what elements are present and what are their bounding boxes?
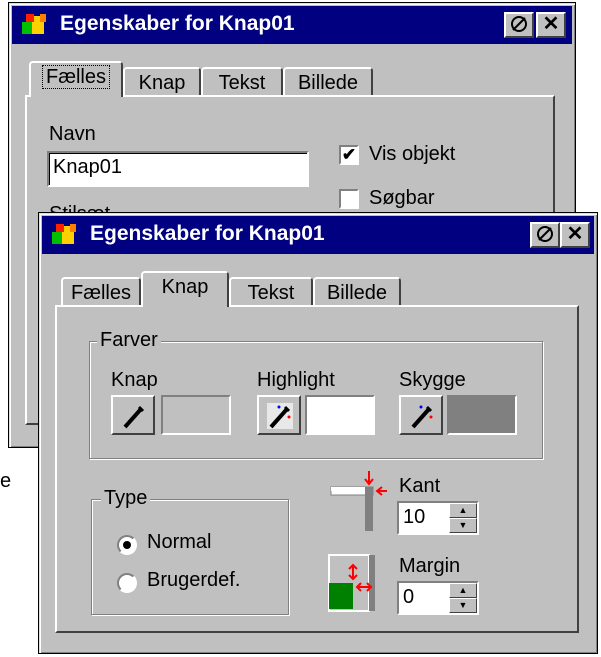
margin-label: Margin (399, 555, 461, 577)
farver-group-title: Farver (97, 329, 161, 352)
help-icon (537, 226, 553, 242)
skygge-color-swatch[interactable] (447, 395, 517, 435)
type-brugerdef-radio[interactable] (117, 573, 137, 593)
type-group-title: Type (101, 487, 151, 510)
back-tab-faelles[interactable]: Fælles (29, 61, 123, 97)
name-label: Navn (49, 123, 96, 145)
vis-objekt-checkbox[interactable]: ✔ (339, 145, 359, 165)
color-picker-icon (267, 403, 293, 429)
front-titlebar: Egenskaber for Knap01 ✕ (42, 216, 594, 254)
soegbar-label: Søgbar (369, 187, 435, 209)
highlight-color-label: Highlight (257, 369, 335, 391)
close-icon: ✕ (542, 13, 560, 35)
front-help-button[interactable] (530, 222, 560, 248)
app-icon (22, 14, 46, 34)
color-picker-icon (411, 405, 433, 429)
front-window-title: Egenskaber for Knap01 (90, 222, 325, 245)
type-normal-label: Normal (147, 531, 212, 553)
kant-label: Kant (399, 475, 441, 497)
back-close-button[interactable]: ✕ (536, 12, 566, 38)
highlight-color-swatch[interactable] (305, 395, 375, 435)
name-input[interactable]: Knap01 (47, 151, 309, 187)
close-icon: ✕ (566, 223, 584, 245)
front-tab-faelles[interactable]: Fælles (61, 277, 141, 307)
help-icon (511, 16, 527, 32)
front-properties-window: Egenskaber for Knap01 ✕ Fælles Knap Teks… (38, 212, 598, 654)
kant-down-button[interactable]: ▼ (449, 518, 477, 533)
skygge-color-label: Skygge (399, 369, 466, 391)
knap-color-swatch[interactable] (161, 395, 231, 435)
color-picker-icon (123, 405, 145, 429)
vis-objekt-label: Vis objekt (369, 143, 456, 165)
knap-color-label: Knap (111, 369, 158, 391)
back-tab-knap[interactable]: Knap (123, 67, 201, 97)
kant-spinner-arrows: ▲ ▼ (449, 503, 477, 533)
margin-value: 0 (403, 586, 415, 608)
back-tab-billede[interactable]: Billede (283, 67, 373, 97)
soegbar-checkbox[interactable] (339, 189, 359, 209)
front-tab-tekst[interactable]: Tekst (229, 277, 313, 307)
type-group (91, 499, 289, 615)
highlight-color-picker-button[interactable] (257, 395, 301, 435)
margin-up-button[interactable]: ▲ (449, 583, 477, 598)
knap-color-picker-button[interactable] (111, 395, 155, 435)
back-window-title: Egenskaber for Knap01 (60, 12, 295, 35)
front-tab-knap[interactable]: Knap (141, 271, 229, 307)
skygge-color-picker-button[interactable] (399, 395, 443, 435)
margin-spinner-arrows: ▲ ▼ (449, 583, 477, 613)
front-close-button[interactable]: ✕ (560, 222, 590, 248)
kant-value: 10 (403, 506, 426, 528)
margin-icon (328, 554, 375, 612)
border-width-icon (330, 471, 387, 531)
outside-text-fragment: e (0, 470, 12, 492)
type-normal-radio[interactable] (117, 535, 137, 555)
type-brugerdef-label: Brugerdef. (147, 569, 241, 591)
kant-up-button[interactable]: ▲ (449, 503, 477, 518)
margin-spinner[interactable]: 0 ▲ ▼ (397, 581, 479, 615)
kant-spinner[interactable]: 10 ▲ ▼ (397, 501, 479, 535)
margin-down-button[interactable]: ▼ (449, 598, 477, 613)
back-help-button[interactable] (504, 12, 534, 38)
back-titlebar: Egenskaber for Knap01 ✕ (12, 6, 572, 44)
app-icon (52, 224, 76, 244)
back-tab-tekst[interactable]: Tekst (201, 67, 283, 97)
front-tab-billede[interactable]: Billede (313, 277, 401, 307)
